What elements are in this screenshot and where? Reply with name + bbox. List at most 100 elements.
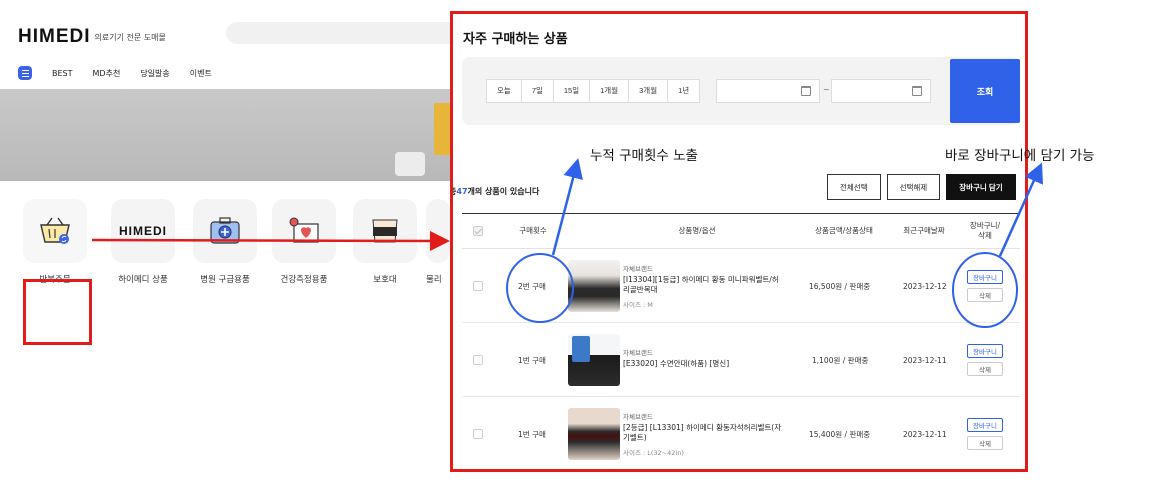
purchase-count: 1번 구매	[518, 355, 546, 365]
product-price: 15,400원 / 판매중	[809, 429, 871, 439]
purchase-count: 2번 구매	[518, 281, 546, 291]
site-search-input[interactable]	[226, 22, 466, 44]
purchase-count: 1번 구매	[518, 429, 546, 439]
period-3m-button[interactable]: 3개월	[629, 79, 669, 103]
site-logo[interactable]: HIMEDI 의료기기 전문 도매몰	[18, 26, 166, 48]
summary-suffix: 개의 상품이 있습니다	[467, 187, 540, 196]
row-cart-button[interactable]: 장바구니	[967, 270, 1003, 284]
period-15d-button[interactable]: 15일	[553, 79, 591, 103]
product-info: 자체브랜드 [E33020] 수면안대(하품) [명신]	[623, 323, 783, 397]
row-delete-button[interactable]: 삭제	[967, 436, 1003, 450]
end-date-field[interactable]	[831, 79, 931, 103]
himedi-logo-icon: HIMEDI	[111, 199, 175, 263]
row-checkbox[interactable]	[473, 355, 483, 365]
category-firstaid[interactable]: 병원 구급용품	[190, 199, 260, 285]
category-label: 보호대	[373, 275, 397, 285]
category-protector[interactable]: 보호대	[350, 199, 420, 285]
row-checkbox[interactable]	[473, 281, 483, 291]
category-health-measure[interactable]: 건강측정용품	[269, 199, 339, 285]
nav-item-md[interactable]: MD추천	[93, 68, 121, 79]
waist-brace-icon	[353, 199, 417, 263]
panel-title: 자주 구매하는 상품	[463, 32, 568, 47]
period-today-button[interactable]: 오늘	[486, 79, 522, 103]
calendar-icon[interactable]	[801, 86, 811, 96]
product-brand: 자체브랜드	[623, 348, 653, 357]
logo-mark: HIMEDI	[18, 26, 91, 47]
nav-item-sameday[interactable]: 당일발송	[140, 68, 169, 79]
product-name[interactable]: [I13304][1등급] 하이메디 황동 미니파워벨트/허리골반복대	[623, 275, 783, 295]
add-to-cart-button[interactable]: 장바구니 담기	[946, 174, 1016, 200]
period-7d-button[interactable]: 7일	[521, 79, 554, 103]
header-cart: 장바구니/ 삭제	[969, 221, 1001, 240]
table-header: 구매횟수 상품명/옵션 상품금액/상품상태 최근구매날짜 장바구니/ 삭제	[462, 213, 1020, 249]
header-count: 구매횟수	[519, 226, 547, 236]
product-image[interactable]	[568, 334, 620, 386]
search-button[interactable]: 조회	[950, 59, 1020, 123]
header-price: 상품금액/상품상태	[815, 226, 873, 236]
header-date: 최근구매날짜	[903, 226, 945, 236]
product-price: 16,500원 / 판매중	[809, 281, 871, 291]
category-label: 물리	[426, 275, 442, 285]
period-1m-button[interactable]: 1개월	[590, 79, 630, 103]
cart-annotation-label: 바로 장바구니에 담기 가능	[945, 148, 1095, 164]
main-nav: BEST MD추천 당일발송 이벤트	[18, 66, 212, 80]
row-cart-button[interactable]: 장바구니	[967, 344, 1003, 358]
row-checkbox-cell	[473, 249, 483, 323]
result-summary: 총47개의 상품이 있습니다	[453, 186, 540, 197]
date-filter: 오늘 7일 15일 1개월 3개월 1년 ~ 조회	[462, 57, 1020, 125]
product-image-cell	[568, 397, 620, 469]
count-annotation-label: 누적 구매횟수 노출	[590, 148, 698, 164]
product-option: 사이즈 : M	[623, 301, 653, 310]
heart-monitor-icon	[272, 199, 336, 263]
table-row: 1번 구매 자체브랜드 [2등급] [L13301] 하이메디 황동자석허리벨트…	[462, 397, 1020, 469]
product-image[interactable]	[568, 408, 620, 460]
row-checkbox[interactable]	[473, 429, 483, 439]
last-purchase-date: 2023-12-11	[903, 429, 947, 439]
category-label: 하이메디 상품	[118, 275, 168, 285]
product-info: 자체브랜드 [I13304][1등급] 하이메디 황동 미니파워벨트/허리골반복…	[623, 249, 783, 323]
bulk-actions: 전체선택 선택해제 장바구니 담기	[827, 174, 1016, 200]
hero-banner[interactable]	[0, 89, 450, 181]
deselect-button[interactable]: 선택해제	[886, 174, 941, 200]
product-brand: 자체브랜드	[623, 264, 653, 273]
physio-icon	[426, 199, 450, 263]
product-name[interactable]: [2등급] [L13301] 하이메디 황동자석허리벨트(자기벨트)	[623, 423, 783, 443]
category-himedi[interactable]: HIMEDI 하이메디 상품	[108, 199, 178, 285]
table-row: 2번 구매 자체브랜드 [I13304][1등급] 하이메디 황동 미니파워벨트…	[462, 249, 1020, 323]
product-info: 자체브랜드 [2등급] [L13301] 하이메디 황동자석허리벨트(자기벨트)…	[623, 397, 783, 469]
cart-actions: 장바구니 삭제	[967, 249, 1003, 323]
nav-item-event[interactable]: 이벤트	[190, 68, 212, 79]
nav-item-best[interactable]: BEST	[52, 69, 73, 78]
product-price: 1,100원 / 판매중	[812, 355, 869, 365]
category-physio[interactable]: 물리	[426, 199, 450, 285]
calendar-icon[interactable]	[912, 86, 922, 96]
period-1y-button[interactable]: 1년	[668, 79, 701, 103]
product-name[interactable]: [E33020] 수면안대(하품) [명신]	[623, 359, 783, 369]
menu-icon[interactable]	[18, 66, 32, 80]
select-all-button[interactable]: 전체선택	[827, 174, 881, 200]
category-label: 병원 구급용품	[200, 275, 250, 285]
period-button-group: 오늘 7일 15일 1개월 3개월 1년	[486, 79, 701, 103]
reorder-highlight-box	[23, 279, 92, 345]
frequent-purchase-panel: 자주 구매하는 상품 오늘 7일 15일 1개월 3개월 1년 ~ 조회 총47…	[450, 11, 1028, 472]
select-all-checkbox[interactable]	[473, 226, 483, 236]
row-checkbox-cell	[473, 323, 483, 397]
row-checkbox-cell	[473, 397, 483, 469]
summary-count: 47	[456, 187, 468, 196]
basket-icon	[23, 199, 87, 263]
product-image-cell	[568, 323, 620, 397]
banner-product-image	[395, 152, 425, 176]
start-date-field[interactable]	[716, 79, 820, 103]
himedi-tile-text: HIMEDI	[119, 224, 167, 238]
row-delete-button[interactable]: 삭제	[967, 362, 1003, 376]
cart-actions: 장바구니 삭제	[967, 397, 1003, 469]
category-label: 건강측정용품	[280, 275, 328, 285]
banner-product-image	[434, 103, 450, 155]
header-product: 상품명/옵션	[678, 226, 716, 236]
row-delete-button[interactable]: 삭제	[967, 288, 1003, 302]
first-aid-icon	[193, 199, 257, 263]
category-reorder[interactable]: 반복주문	[20, 199, 90, 285]
row-cart-button[interactable]: 장바구니	[967, 418, 1003, 432]
product-image[interactable]	[568, 260, 620, 312]
date-separator: ~	[823, 85, 830, 94]
